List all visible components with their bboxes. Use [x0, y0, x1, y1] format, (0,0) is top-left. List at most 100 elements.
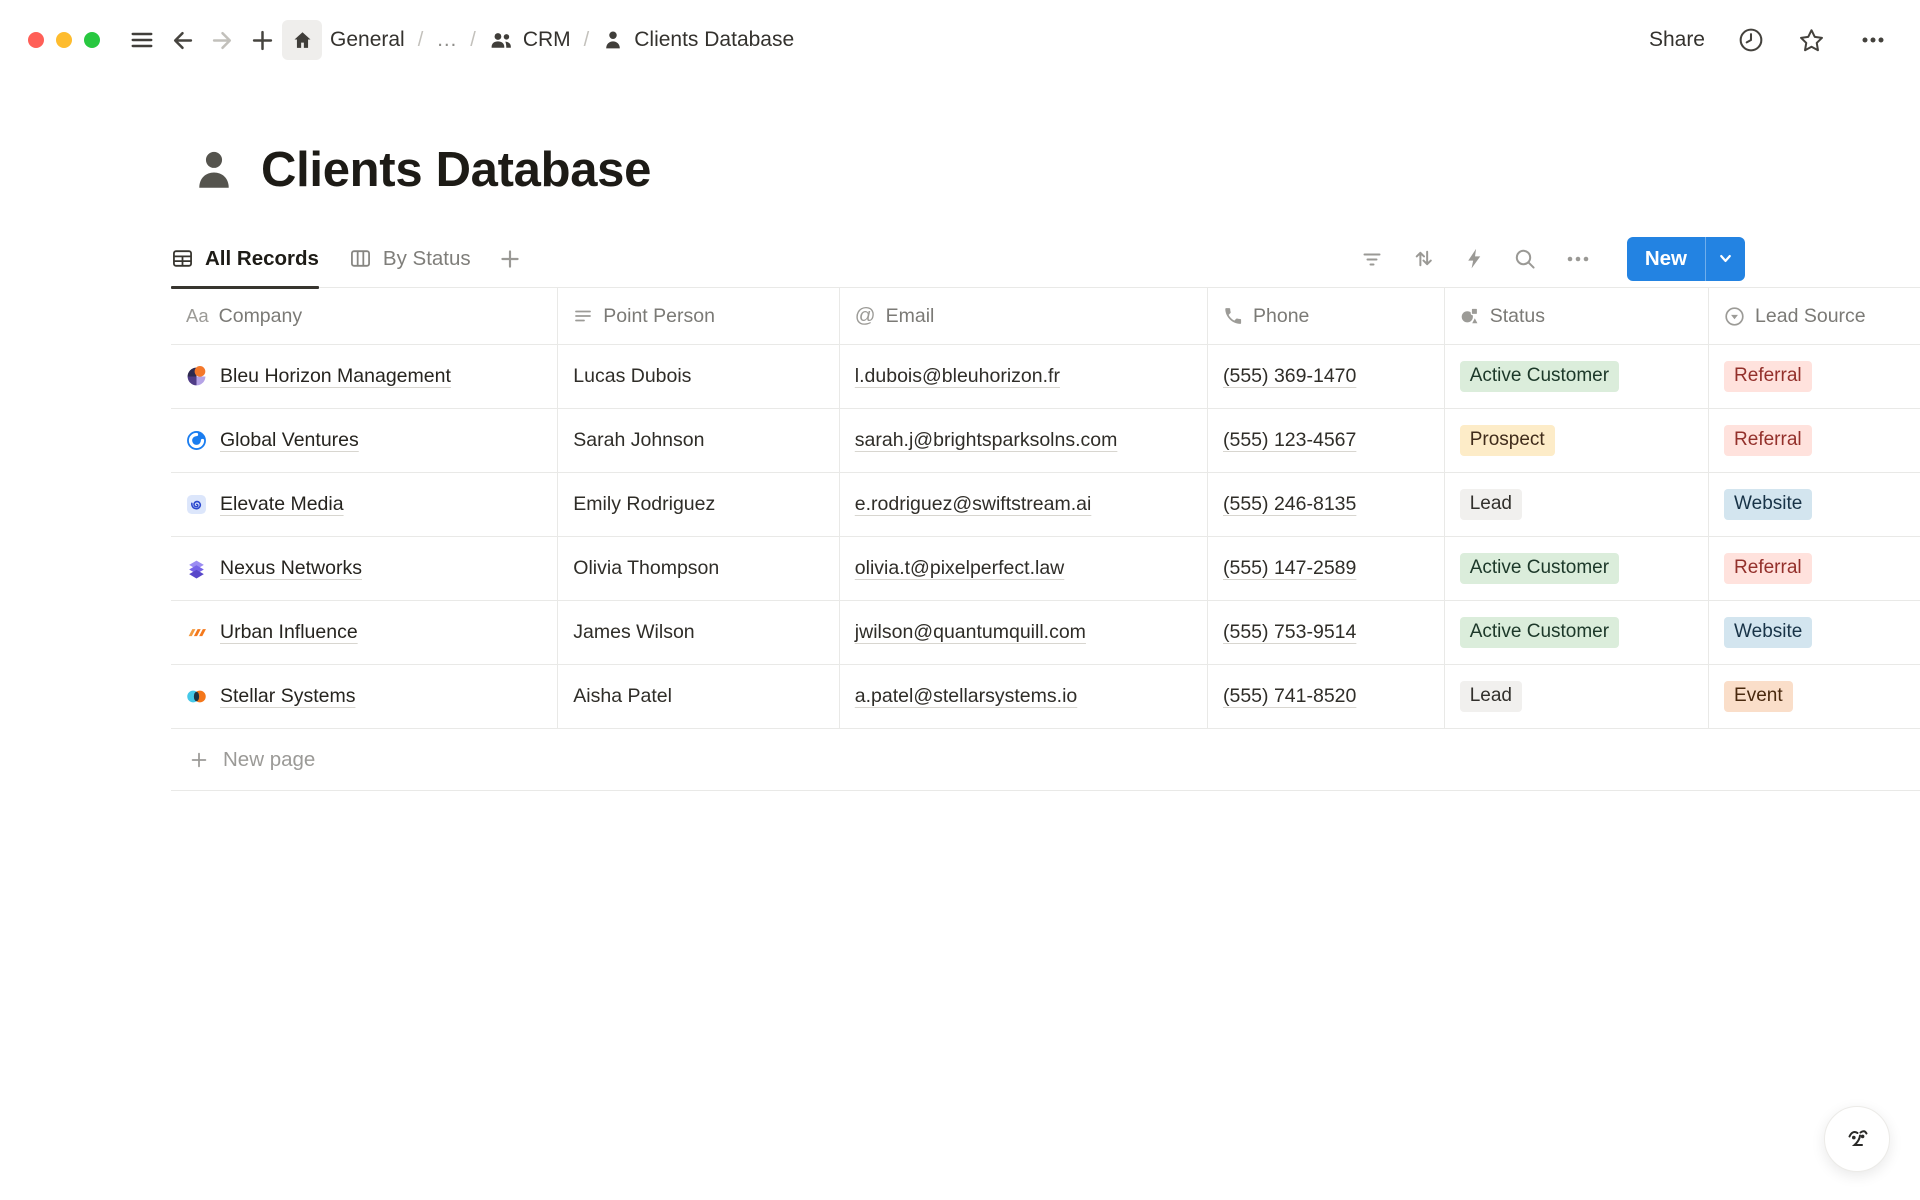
- tab-by-status[interactable]: By Status: [349, 230, 471, 287]
- favorite-button[interactable]: [1797, 26, 1826, 55]
- point-person-cell[interactable]: Olivia Thompson: [558, 537, 840, 600]
- sort-button[interactable]: [1411, 246, 1436, 271]
- company-name: Bleu Horizon Management: [220, 365, 451, 388]
- add-view-button[interactable]: [497, 246, 523, 272]
- status-cell[interactable]: Active Customer: [1445, 601, 1709, 664]
- page-title[interactable]: Clients Database: [261, 142, 651, 198]
- point-person-cell[interactable]: Lucas Dubois: [558, 345, 840, 408]
- search-button[interactable]: [1513, 247, 1537, 271]
- tab-all-records[interactable]: All Records: [171, 230, 319, 287]
- ellipsis-icon: [1564, 247, 1592, 271]
- status-tag: Lead: [1460, 489, 1522, 520]
- company-cell[interactable]: Urban Influence: [171, 601, 558, 664]
- email-cell[interactable]: e.rodriguez@swiftstream.ai: [840, 473, 1208, 536]
- company-cell[interactable]: Nexus Networks: [171, 537, 558, 600]
- new-page-row[interactable]: New page: [171, 729, 1920, 791]
- share-button[interactable]: Share: [1649, 28, 1705, 52]
- email-value: e.rodriguez@swiftstream.ai: [855, 493, 1092, 516]
- table-row: Nexus Networks Olivia Thompson olivia.t@…: [171, 537, 1920, 601]
- home-button[interactable]: [282, 20, 322, 60]
- company-cell[interactable]: Stellar Systems: [171, 665, 558, 728]
- minimize-window-button[interactable]: [56, 32, 72, 48]
- topbar-actions: Share: [1649, 26, 1888, 55]
- breadcrumb-general[interactable]: General: [330, 28, 405, 52]
- board-icon: [349, 247, 372, 270]
- column-header-lead-source[interactable]: Lead Source: [1709, 288, 1920, 344]
- table-row: Stellar Systems Aisha Patel a.patel@stel…: [171, 665, 1920, 729]
- column-label: Phone: [1253, 305, 1309, 328]
- plus-icon: [249, 27, 276, 54]
- forward-button[interactable]: [202, 20, 242, 60]
- lead-source-cell[interactable]: Event: [1709, 665, 1920, 728]
- phone-value: (555) 246-8135: [1223, 493, 1356, 516]
- phone-icon: [1223, 306, 1243, 326]
- more-options-button[interactable]: [1858, 26, 1888, 54]
- view-options-button[interactable]: [1564, 247, 1592, 271]
- status-cell[interactable]: Active Customer: [1445, 345, 1709, 408]
- breadcrumb-separator: /: [470, 29, 476, 52]
- filter-button[interactable]: [1360, 247, 1384, 271]
- phone-cell[interactable]: (555) 147-2589: [1208, 537, 1445, 600]
- hamburger-menu-button[interactable]: [122, 20, 162, 60]
- column-header-company[interactable]: Aa Company: [171, 288, 558, 344]
- column-header-point-person[interactable]: Point Person: [558, 288, 840, 344]
- lead-source-cell[interactable]: Referral: [1709, 345, 1920, 408]
- status-cell[interactable]: Lead: [1445, 473, 1709, 536]
- database-table: Aa Company Point Person @ Email Phone: [171, 288, 1920, 791]
- lead-source-cell[interactable]: Website: [1709, 601, 1920, 664]
- email-cell[interactable]: a.patel@stellarsystems.io: [840, 665, 1208, 728]
- point-person-cell[interactable]: James Wilson: [558, 601, 840, 664]
- company-name: Elevate Media: [220, 493, 344, 516]
- email-value: jwilson@quantumquill.com: [855, 621, 1086, 644]
- status-tag: Prospect: [1460, 425, 1555, 456]
- table-row: Global Ventures Sarah Johnson sarah.j@br…: [171, 409, 1920, 473]
- updates-button[interactable]: [1737, 26, 1765, 54]
- breadcrumb-crm-label: CRM: [523, 28, 571, 52]
- breadcrumb-separator: /: [584, 29, 590, 52]
- company-cell[interactable]: Global Ventures: [171, 409, 558, 472]
- phone-cell[interactable]: (555) 741-8520: [1208, 665, 1445, 728]
- phone-cell[interactable]: (555) 753-9514: [1208, 601, 1445, 664]
- lead-source-cell[interactable]: Website: [1709, 473, 1920, 536]
- email-cell[interactable]: jwilson@quantumquill.com: [840, 601, 1208, 664]
- email-value: l.dubois@bleuhorizon.fr: [855, 365, 1060, 388]
- column-header-status[interactable]: Status: [1445, 288, 1709, 344]
- company-cell[interactable]: Bleu Horizon Management: [171, 345, 558, 408]
- blue-spiral-logo: [186, 494, 207, 515]
- point-person-cell[interactable]: Aisha Patel: [558, 665, 840, 728]
- notion-ai-button[interactable]: [1824, 1106, 1890, 1172]
- email-cell[interactable]: olivia.t@pixelperfect.law: [840, 537, 1208, 600]
- phone-cell[interactable]: (555) 123-4567: [1208, 409, 1445, 472]
- company-cell[interactable]: Elevate Media: [171, 473, 558, 536]
- new-record-button[interactable]: New: [1627, 237, 1745, 281]
- breadcrumb-collapsed[interactable]: …: [436, 28, 457, 52]
- breadcrumb-clients-database[interactable]: Clients Database: [602, 28, 794, 52]
- column-header-email[interactable]: @ Email: [840, 288, 1208, 344]
- new-record-dropdown[interactable]: [1705, 237, 1745, 281]
- close-window-button[interactable]: [28, 32, 44, 48]
- email-cell[interactable]: l.dubois@bleuhorizon.fr: [840, 345, 1208, 408]
- company-name: Global Ventures: [220, 429, 359, 452]
- breadcrumb-crm[interactable]: CRM: [489, 28, 571, 52]
- back-button[interactable]: [162, 20, 202, 60]
- automations-button[interactable]: [1463, 247, 1486, 270]
- column-header-phone[interactable]: Phone: [1208, 288, 1445, 344]
- point-person-cell[interactable]: Sarah Johnson: [558, 409, 840, 472]
- company-name: Stellar Systems: [220, 685, 355, 708]
- email-cell[interactable]: sarah.j@brightsparksolns.com: [840, 409, 1208, 472]
- status-cell[interactable]: Lead: [1445, 665, 1709, 728]
- topbar: General / … / CRM / Clients Database Sha…: [0, 0, 1920, 80]
- purple-layers-logo: [186, 558, 207, 579]
- new-page-topbar-button[interactable]: [242, 20, 282, 60]
- phone-cell[interactable]: (555) 369-1470: [1208, 345, 1445, 408]
- status-cell[interactable]: Active Customer: [1445, 537, 1709, 600]
- lead-source-cell[interactable]: Referral: [1709, 537, 1920, 600]
- lead-source-cell[interactable]: Referral: [1709, 409, 1920, 472]
- status-cell[interactable]: Prospect: [1445, 409, 1709, 472]
- person-icon[interactable]: [191, 147, 237, 193]
- phone-cell[interactable]: (555) 246-8135: [1208, 473, 1445, 536]
- point-person-value: Aisha Patel: [573, 685, 672, 708]
- status-tag: Active Customer: [1460, 617, 1619, 648]
- point-person-cell[interactable]: Emily Rodriguez: [558, 473, 840, 536]
- maximize-window-button[interactable]: [84, 32, 100, 48]
